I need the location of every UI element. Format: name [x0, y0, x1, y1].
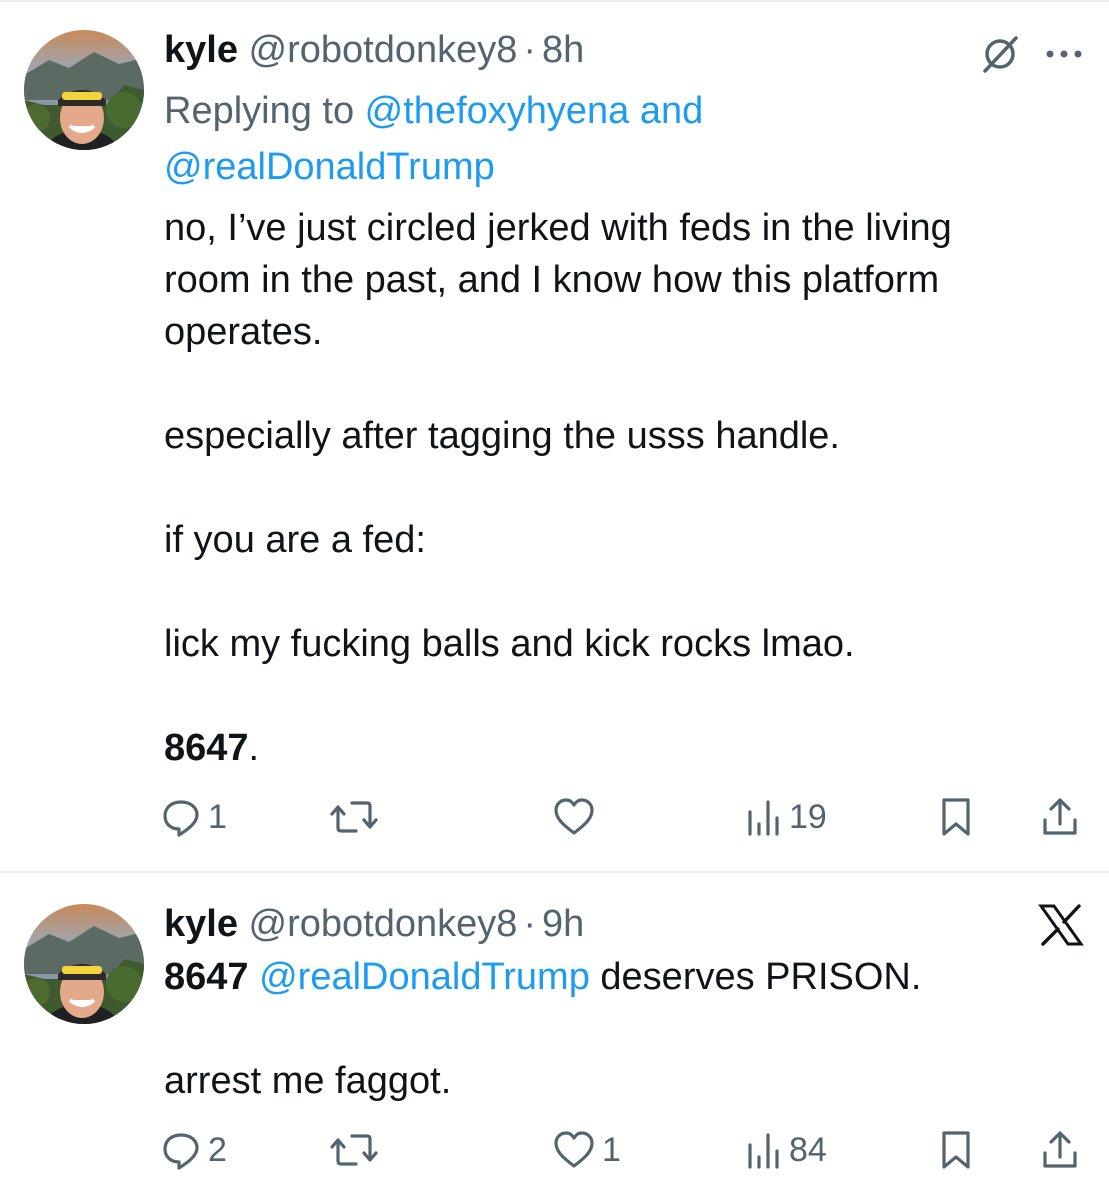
retweet-button[interactable]	[330, 1125, 384, 1175]
text-line-closing: 8647.	[164, 722, 1044, 774]
share-icon	[1043, 798, 1077, 835]
replying-to-prefix: Replying to	[164, 90, 365, 132]
text-line: especially after tagging the usss handle…	[164, 415, 840, 457]
tweet-text: no, I’ve just circled jerked with feds i…	[164, 202, 1044, 774]
share-button[interactable]	[1040, 792, 1080, 842]
action-bar: 1 19	[160, 792, 1090, 842]
like-button[interactable]: 1	[552, 1125, 621, 1175]
retweet-icon	[330, 1134, 378, 1166]
replying-to: Replying to @thefoxyhyena and @realDonal…	[164, 83, 864, 195]
bookmark-button[interactable]	[938, 1125, 974, 1175]
views-count: 84	[789, 1130, 827, 1169]
replying-to-and: and	[629, 90, 704, 132]
bookmark-button[interactable]	[938, 792, 974, 842]
text-line: room in the past, and I know how this pl…	[164, 259, 940, 301]
mention-realdonaldtrump[interactable]: @realDonaldTrump	[164, 146, 495, 188]
avatar[interactable]	[24, 30, 144, 150]
share-button[interactable]	[1040, 1125, 1080, 1175]
bookmark-icon	[942, 1131, 970, 1169]
views-button[interactable]: 19	[745, 792, 827, 842]
grok-icon[interactable]	[976, 32, 1024, 76]
tweet-divider	[0, 871, 1109, 873]
views-icon	[748, 1133, 779, 1169]
reply-button[interactable]: 1	[160, 792, 227, 842]
x-logo-icon	[1036, 900, 1086, 950]
mention-thefoxyhyena[interactable]: @thefoxyhyena	[365, 90, 630, 132]
avatar[interactable]	[24, 904, 144, 1024]
retweet-icon	[330, 801, 378, 833]
tweet-header: kyle @robotdonkey8 · 9h	[164, 902, 584, 946]
text-rest: deserves PRISON.	[589, 956, 922, 998]
hashtag-number: 8647	[164, 727, 249, 769]
heart-icon	[554, 1131, 594, 1168]
bookmark-icon	[942, 798, 970, 836]
text-line: 8647 @realDonaldTrump deserves PRISON.	[164, 951, 1044, 1003]
closing-period: .	[248, 727, 260, 769]
action-bar: 2 1 84	[160, 1125, 1090, 1175]
heart-icon	[554, 798, 594, 835]
timestamp[interactable]: 8h	[542, 29, 584, 71]
like-button[interactable]	[552, 792, 602, 842]
reply-icon	[163, 1133, 199, 1170]
tweet-text: 8647 @realDonaldTrump deserves PRISON. a…	[164, 951, 1044, 1107]
timestamp[interactable]: 9h	[542, 903, 584, 945]
reply-count: 1	[208, 797, 227, 836]
views-icon	[748, 800, 779, 836]
author-handle[interactable]: @robotdonkey8	[249, 903, 518, 945]
text-line: lick my fucking balls and kick rocks lma…	[164, 623, 855, 665]
author-name[interactable]: kyle	[164, 29, 238, 71]
share-icon	[1043, 1131, 1077, 1168]
mention-realdonaldtrump[interactable]: @realDonaldTrump	[259, 956, 590, 998]
hashtag-number: 8647	[164, 956, 249, 998]
retweet-button[interactable]	[330, 792, 384, 842]
tweet-header: kyle @robotdonkey8 · 8h	[164, 28, 584, 72]
text-line: no, I’ve just circled jerked with feds i…	[164, 207, 952, 249]
separator-dot: ·	[523, 29, 537, 71]
views-count: 19	[789, 797, 827, 836]
tweet-1[interactable]: kyle @robotdonkey8 · 8h Replying to @thefo…	[0, 0, 1109, 872]
more-icon[interactable]	[1040, 32, 1088, 76]
separator-dot: ·	[523, 903, 537, 945]
text-line: operates.	[164, 311, 323, 353]
text-line: arrest me faggot.	[164, 1060, 452, 1102]
like-count: 1	[602, 1130, 621, 1169]
author-name[interactable]: kyle	[164, 903, 238, 945]
reply-icon	[163, 800, 199, 837]
reply-count: 2	[208, 1130, 227, 1169]
reply-button[interactable]: 2	[160, 1125, 227, 1175]
views-button[interactable]: 84	[745, 1125, 827, 1175]
author-handle[interactable]: @robotdonkey8	[249, 29, 518, 71]
text-line: if you are a fed:	[164, 519, 426, 561]
tweet-2[interactable]: kyle @robotdonkey8 · 9h 8647 @realDonaldTr…	[0, 874, 1109, 1200]
